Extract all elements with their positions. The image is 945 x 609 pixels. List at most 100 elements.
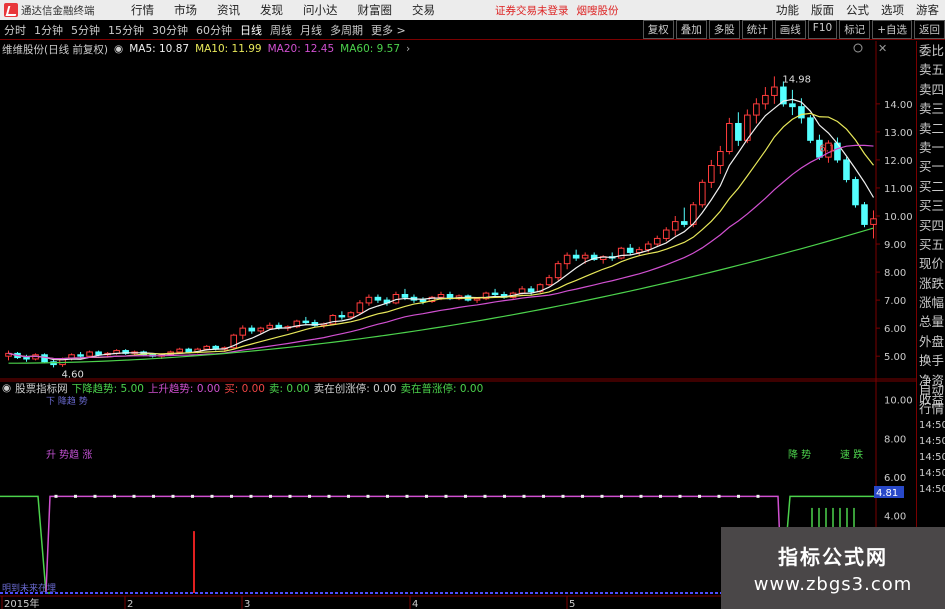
ma5-value: MA5: 10.87 (129, 43, 190, 55)
candle-body (771, 86, 778, 96)
more-arrow-icon[interactable]: › (400, 43, 410, 55)
indicator-name[interactable]: 股票指标网 (15, 381, 72, 396)
quote-mode-row[interactable]: 自动 (917, 380, 945, 399)
price-tick-label: 8.00 (884, 268, 906, 279)
multi-stock-button[interactable]: 多股 (708, 20, 740, 39)
candle-body (491, 292, 499, 296)
candle-body (185, 348, 193, 353)
up-trend-dot (522, 494, 526, 498)
candle-body (248, 327, 256, 332)
period-60min[interactable]: 60分钟 (192, 22, 236, 38)
adjust-button[interactable]: 复权 (642, 20, 674, 39)
close-icon[interactable]: ✕ (878, 42, 887, 55)
time-tick-label: 3 (244, 599, 250, 609)
up-trend-dot (308, 494, 311, 498)
indicator-label-bottom: 明到未来在埋 (2, 582, 56, 594)
candle-body (365, 296, 373, 304)
period-15min[interactable]: 15分钟 (104, 22, 148, 38)
guest-label[interactable]: 游客 (910, 2, 945, 18)
trade-time: 14:50 (919, 468, 945, 479)
up-trend-dot (698, 494, 701, 498)
menu-formula[interactable]: 公式 (840, 2, 875, 18)
menu-ask[interactable]: 问小达 (293, 2, 348, 18)
indicator-label-left-top: 下 降趋 势 (46, 395, 88, 407)
stats-button[interactable]: 统计 (741, 20, 773, 39)
menu-news[interactable]: 资讯 (207, 2, 250, 18)
quote-row: 卖五 (919, 62, 945, 78)
period-multi[interactable]: 多周期 (326, 22, 367, 38)
candle-body (437, 294, 445, 298)
menu-options[interactable]: 选项 (875, 2, 910, 18)
quote-row: 卖四 (919, 81, 945, 97)
up-trend-dot (620, 494, 623, 498)
candle-body (266, 324, 274, 329)
candle-body (653, 237, 661, 245)
menu-wealth[interactable]: 财富圈 (348, 2, 403, 18)
period-daily[interactable]: 日线 (236, 22, 266, 38)
period-1min[interactable]: 1分钟 (30, 22, 67, 38)
menu-market[interactable]: 市场 (164, 2, 207, 18)
period-30min[interactable]: 30分钟 (148, 22, 192, 38)
candle-body (671, 221, 679, 231)
up-trend-dot (347, 494, 350, 498)
menu-function[interactable]: 功能 (770, 2, 805, 18)
candle-body (338, 315, 346, 318)
up-trend-dot (74, 494, 77, 498)
broker-name[interactable]: 烟嗖股份 (569, 3, 619, 18)
time-tick-label: 5 (569, 599, 575, 609)
back-button[interactable]: 返回 (914, 20, 945, 39)
settings-icon[interactable] (853, 43, 863, 53)
up-trend-dot (327, 494, 331, 498)
up-trend-dot (366, 494, 370, 498)
draw-button[interactable]: 画线 (774, 20, 806, 39)
quote-row: 买二 (919, 178, 945, 194)
up-trend-dot (405, 494, 409, 498)
mid-price-label: 6.1 (819, 144, 835, 155)
up-trend-dot (737, 494, 740, 498)
f10-button[interactable]: F10 (807, 20, 838, 39)
overlay-button[interactable]: 叠加 (675, 20, 707, 39)
candle-body (473, 298, 481, 301)
candle-body (852, 179, 859, 206)
menu-discover[interactable]: 发现 (250, 2, 293, 18)
candle-body (257, 327, 265, 332)
up-trend-dot (659, 494, 662, 498)
price-tick-label: 13.00 (884, 128, 913, 139)
period-weekly[interactable]: 周线 (266, 22, 296, 38)
time-tick-label: 2 (127, 599, 133, 609)
indicator-tick-label: 10.00 (884, 396, 913, 407)
period-monthly[interactable]: 月线 (296, 22, 326, 38)
menu-quotes[interactable]: 行情 (121, 2, 164, 18)
up-trend-dot (639, 494, 643, 498)
candle-body (581, 254, 589, 259)
indicator-header: ◉ 股票指标网 下降趋势: 5.00 上升趋势: 0.00 买: 0.00 卖:… (2, 381, 487, 395)
candle-body (870, 218, 877, 225)
candlesticks (5, 76, 877, 368)
indicator-label-left-mid: 升 势趋 涨 (46, 448, 92, 461)
up-trend-dot (717, 494, 721, 498)
menu-trade[interactable]: 交易 (402, 2, 445, 18)
mark-button[interactable]: 标记 (839, 20, 871, 39)
up-trend-dot (425, 494, 428, 498)
quote-mode-row[interactable]: 行情 (917, 399, 945, 418)
candle-body (527, 288, 535, 293)
period-timeshare[interactable]: 分时 (0, 22, 30, 38)
period-more[interactable]: 更多 > (367, 22, 410, 38)
up-trend-dot (503, 494, 506, 498)
candle-body (23, 357, 30, 360)
low-price-label: 4.60 (62, 369, 84, 380)
add-watchlist-button[interactable]: +自选 (872, 20, 912, 39)
price-chart[interactable]: 14.00 13.00 12.00 11.00 10.00 9.00 8.00 7.00 6.0… (0, 41, 916, 380)
indicator-sell-follow: 卖在普涨停: 0.00 (400, 382, 484, 395)
candle-body (789, 103, 796, 108)
up-trend-dot (542, 494, 545, 498)
ma-settings-icon[interactable]: ◉ (108, 43, 123, 55)
indicator-icon[interactable]: ◉ (2, 382, 15, 394)
app-logo-icon (4, 3, 18, 17)
up-trend-dot (581, 494, 584, 498)
period-5min[interactable]: 5分钟 (67, 22, 104, 38)
login-warning[interactable]: 证券交易未登录 (445, 3, 569, 18)
menu-layout[interactable]: 版面 (805, 2, 840, 18)
candle-body (545, 277, 553, 286)
candle-body (680, 221, 688, 225)
